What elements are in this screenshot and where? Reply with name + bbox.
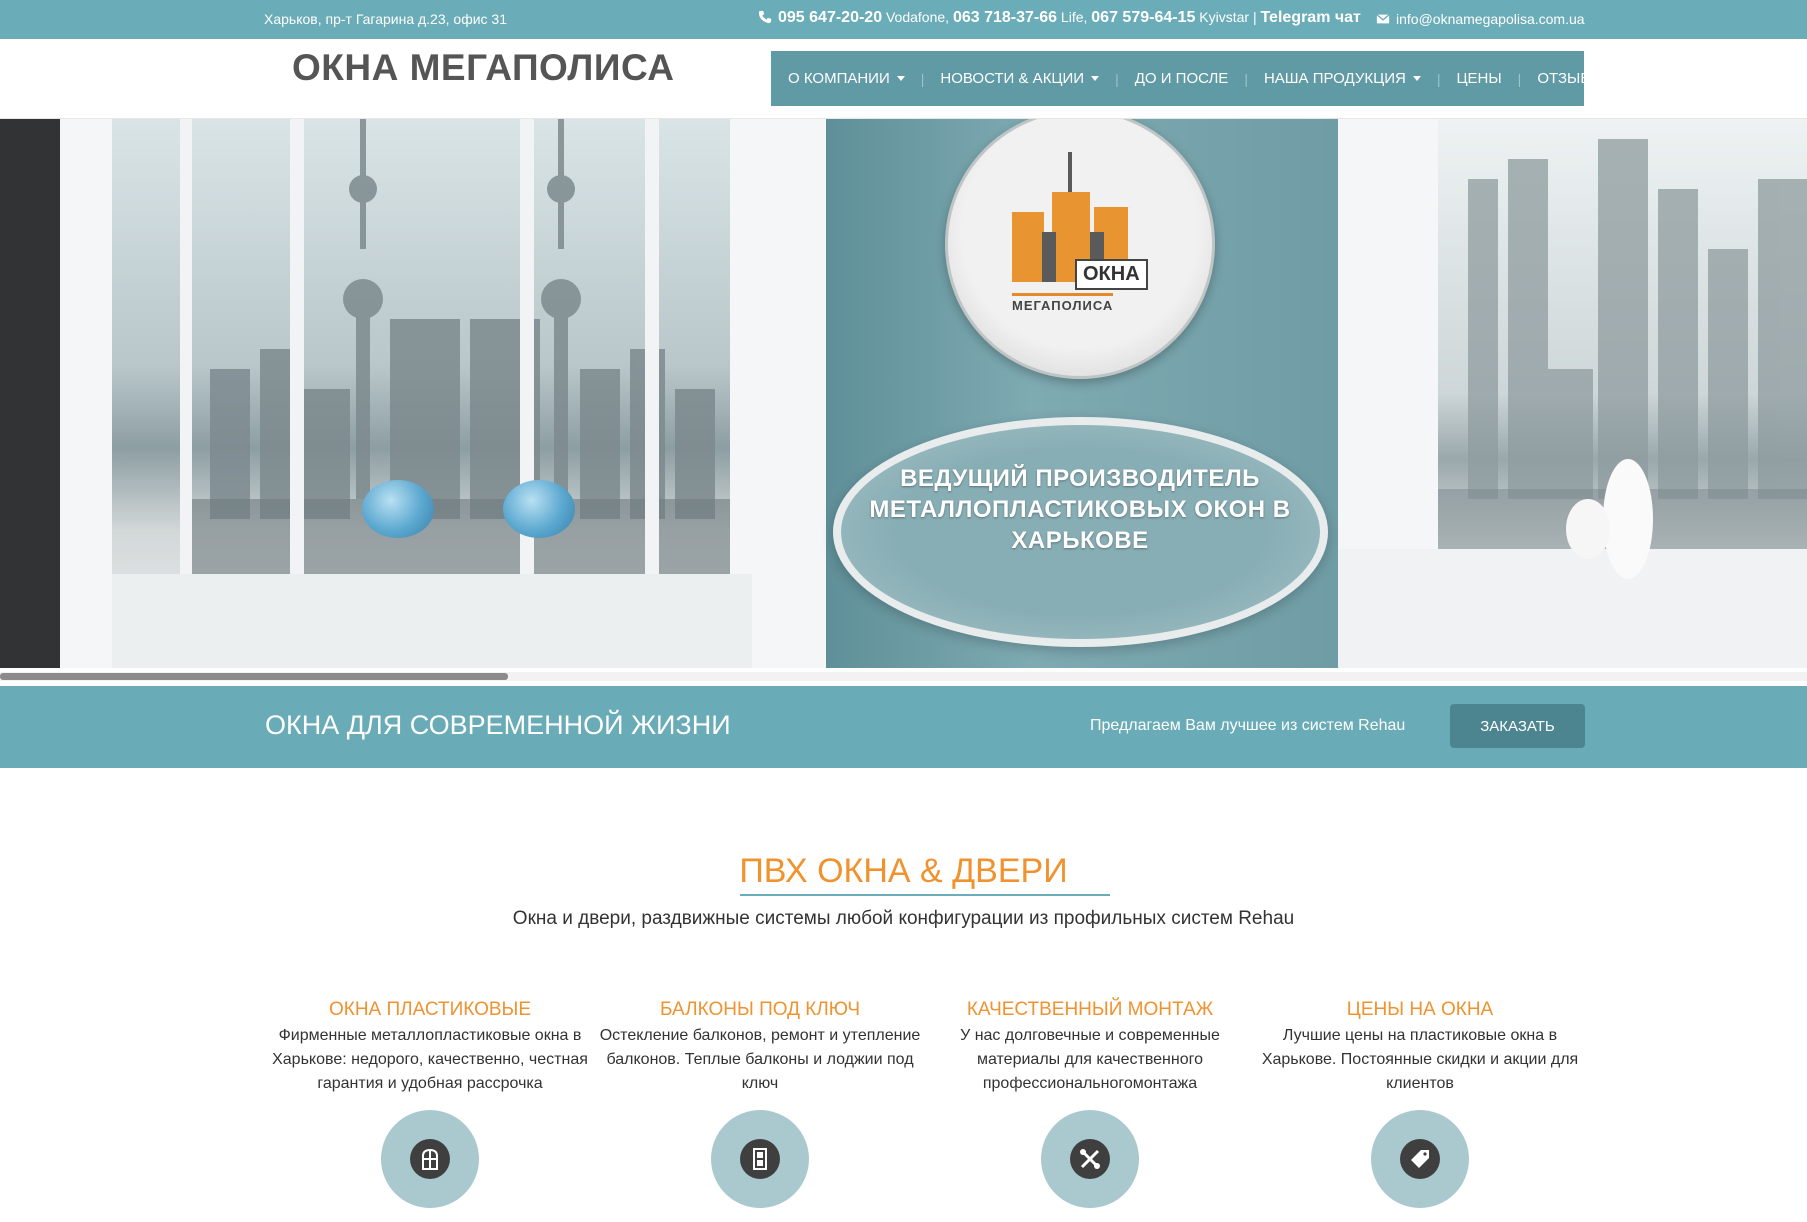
nav-label: ЦЕНЫ — [1456, 70, 1502, 87]
nav-item-products[interactable]: НАША ПРОДУКЦИЯ — [1264, 70, 1421, 87]
phone-icon — [758, 10, 772, 24]
phone-kyivstar[interactable]: 067 579-64-15 — [1091, 9, 1195, 26]
feature-text: Фирменные металлопластиковые окна в Харь… — [272, 1027, 588, 1092]
nav-separator: | — [1244, 70, 1248, 87]
section-divider — [740, 894, 1110, 896]
chevron-down-icon — [1412, 76, 1421, 81]
nav-label: ОТЗЫВЫ — [1537, 70, 1604, 87]
nav-item-before-after[interactable]: ДО И ПОСЛЕ — [1135, 70, 1229, 87]
logo-wordmark: ОКНА — [1075, 259, 1148, 290]
nav-label: НАША ПРОДУКЦИЯ — [1263, 70, 1406, 87]
slider-scrollbar-thumb[interactable] — [0, 673, 508, 680]
nav-separator: | — [1436, 70, 1441, 87]
nav-separator: | — [1115, 70, 1119, 87]
feature-title[interactable]: КАЧЕСТВЕННЫЙ МОНТАЖ — [925, 999, 1255, 1021]
feature-installation: КАЧЕСТВЕННЫЙ МОНТАЖ У нас долговечные и … — [925, 999, 1255, 1096]
feature-icon-circle[interactable] — [381, 1110, 479, 1208]
hero-tagline: ВЕДУЩИЙ ПРОИЗВОДИТЕЛЬ МЕТАЛЛОПЛАСТИКОВЫХ… — [869, 465, 1291, 554]
address-text: Харьков, пр-т Гагарина д.23, офис 31 — [264, 11, 507, 27]
nav-separator: | — [1517, 70, 1522, 87]
cta-title: ОКНА ДЛЯ СОВРЕМЕННОЙ ЖИЗНИ — [265, 710, 731, 740]
nav-item-news[interactable]: НОВОСТИ & АКЦИИ — [940, 70, 1100, 87]
email-link[interactable]: info@oknamegapolisa.com.ua — [1376, 11, 1585, 27]
phone-vodafone[interactable]: 095 647-20-20 — [778, 9, 882, 26]
decor-vase — [503, 480, 575, 538]
tools-icon — [1070, 1139, 1110, 1179]
feature-text: У нас долговечные и современные материал… — [960, 1027, 1220, 1092]
site-header: ОКНА МЕГАПОЛИСА О КОМПАНИИ | НОВОСТИ & А… — [0, 39, 1807, 119]
hero-city-window-right — [1338, 119, 1807, 668]
feature-title[interactable]: ОКНА ПЛАСТИКОВЫЕ — [265, 999, 595, 1021]
hero-city-window-left — [60, 119, 826, 668]
operator-kyivstar: Kyivstar | — [1195, 9, 1261, 25]
cta-subtitle: Предлагаем Вам лучшее из систем Rehau — [1090, 717, 1406, 734]
contact-phones: 095 647-20-20 Vodafone, 063 718-37-66 Li… — [758, 9, 1361, 27]
top-bar: Харьков, пр-т Гагарина д.23, офис 31 095… — [0, 0, 1807, 39]
feature-text: Остекление балконов, ремонт и утепление … — [599, 1027, 921, 1092]
main-nav: О КОМПАНИИ | НОВОСТИ & АКЦИИ | ДО И ПОСЛ… — [771, 51, 1604, 106]
nav-label: О КОМПАНИИ — [788, 70, 890, 87]
nav-item-reviews[interactable]: ОТЗЫВЫ — [1537, 70, 1603, 87]
decor-vase — [362, 480, 434, 538]
envelope-icon — [1376, 14, 1390, 24]
balcony-door-icon — [740, 1139, 780, 1179]
feature-icon-circle[interactable] — [1371, 1110, 1469, 1208]
phone-life[interactable]: 063 718-37-66 — [953, 9, 1057, 26]
nav-item-about[interactable]: О КОМПАНИИ — [788, 70, 905, 87]
section-title: ПВХ ОКНА & ДВЕРИ — [739, 852, 1068, 890]
slider-edge — [0, 119, 60, 668]
price-tag-icon — [1400, 1139, 1440, 1179]
feature-title[interactable]: БАЛКОНЫ ПОД КЛЮЧ — [595, 999, 925, 1021]
operator-vodafone: Vodafone, — [882, 9, 953, 25]
feature-text: Лучшие цены на пластиковые окна в Харько… — [1261, 1027, 1579, 1092]
brand-logo[interactable]: ОКНА МЕГАПОЛИСА — [292, 47, 675, 89]
feature-title[interactable]: ЦЕНЫ НА ОКНА — [1255, 999, 1585, 1021]
nav-separator: | — [920, 70, 925, 87]
email-text: info@oknamegapolisa.com.ua — [1396, 11, 1585, 27]
cta-band: ОКНА ДЛЯ СОВРЕМЕННОЙ ЖИЗНИ Предлагаем Ва… — [0, 686, 1807, 768]
telegram-link[interactable]: Telegram чат — [1260, 9, 1360, 26]
city-skyline-image — [60, 119, 826, 668]
nav-item-prices[interactable]: ЦЕНЫ — [1456, 70, 1501, 87]
nav-label: ДО И ПОСЛЕ — [1134, 70, 1229, 87]
feature-icon-circle[interactable] — [711, 1110, 809, 1208]
section-subtitle: Окна и двери, раздвижные системы любой к… — [512, 908, 1295, 929]
feature-icon-circle[interactable] — [1041, 1110, 1139, 1208]
city-skyline-image — [1338, 119, 1807, 668]
hero-slider[interactable]: ОКНА МЕГАПОЛИСА ВЕДУЩИЙ ПРОИЗВОДИТЕЛЬ МЕ… — [0, 119, 1807, 668]
feature-plastic-windows: ОКНА ПЛАСТИКОВЫЕ Фирменные металлопласти… — [265, 999, 595, 1096]
logo-subtitle: МЕГАПОЛИСА — [1012, 293, 1114, 313]
nav-label: НОВОСТИ & АКЦИИ — [940, 70, 1085, 87]
operator-life: Life, — [1057, 9, 1092, 25]
order-button[interactable]: ЗАКАЗАТЬ — [1450, 704, 1585, 748]
chevron-down-icon — [896, 76, 905, 81]
company-logo-circle — [945, 119, 1215, 379]
feature-balconies: БАЛКОНЫ ПОД КЛЮЧ Остекление балконов, ре… — [595, 999, 925, 1096]
chevron-down-icon — [1091, 76, 1100, 81]
window-icon — [410, 1139, 450, 1179]
feature-prices: ЦЕНЫ НА ОКНА Лучшие цены на пластиковые … — [1255, 999, 1585, 1096]
